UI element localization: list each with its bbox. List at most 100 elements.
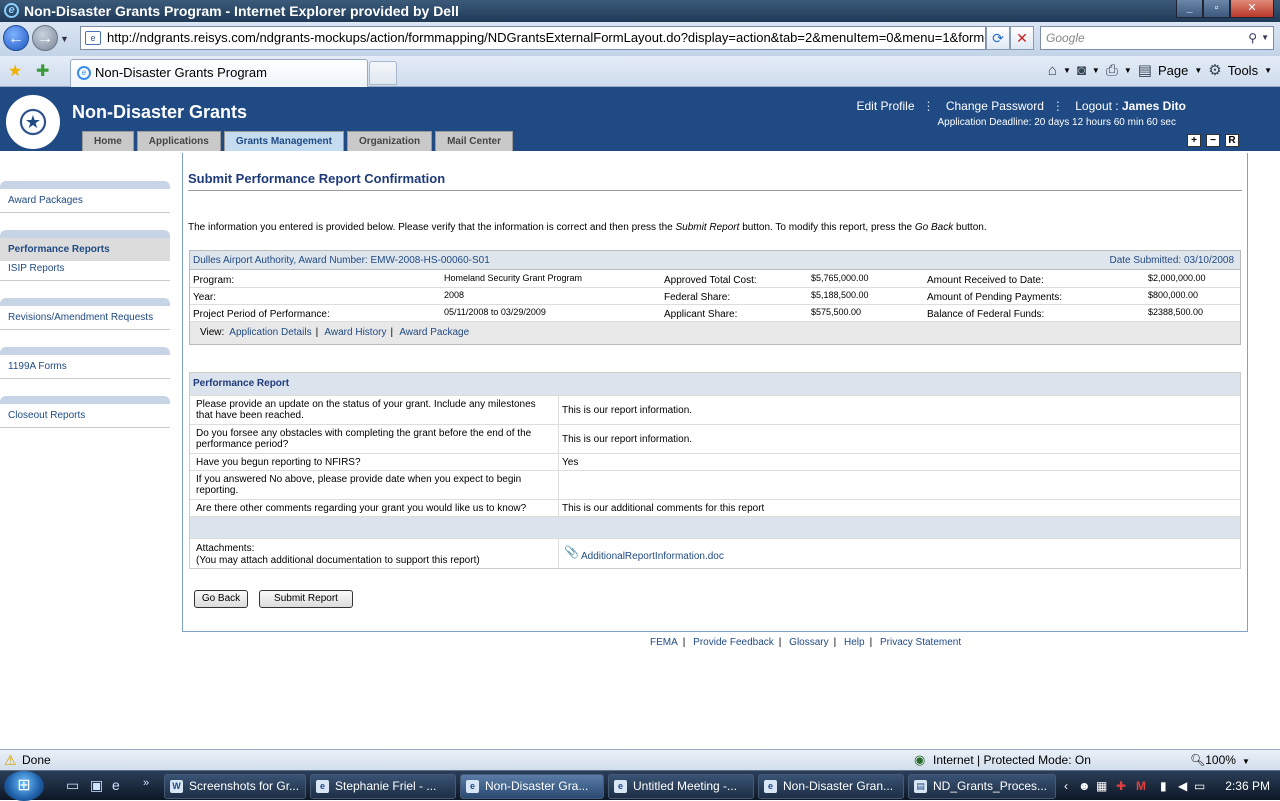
- taskbar-item[interactable]: ▤ ND_Grants_Proces...: [908, 774, 1056, 799]
- go-back-button[interactable]: Go Back: [194, 590, 248, 608]
- tab-applications[interactable]: Applications: [136, 131, 221, 151]
- table-spacer-row: [190, 516, 1240, 538]
- award-label: Project Period of Performance:: [193, 309, 330, 320]
- add-favorites-icon[interactable]: ✚: [36, 61, 49, 81]
- speaker-icon[interactable]: ◀: [1178, 775, 1187, 797]
- award-package-link[interactable]: Award Package: [399, 327, 469, 338]
- award-history-link[interactable]: Award History: [324, 327, 386, 338]
- command-bar: ⌂ ▼ ◙ ▼ ⎙ ▼ ▤ Page ▼ ⚙ Tools ▼: [1042, 61, 1272, 80]
- zoom-dropdown-icon[interactable]: ▼: [1242, 757, 1250, 766]
- taskbar-item[interactable]: e Stephanie Friel - ...: [310, 774, 456, 799]
- refresh-icon[interactable]: ⟳: [986, 26, 1010, 50]
- back-icon[interactable]: ←: [3, 25, 29, 51]
- intro-submit-ref: Submit Report: [675, 222, 740, 233]
- award-value: Homeland Security Grant Program: [444, 273, 583, 283]
- address-toolbar: ← → ▼ e http://ndgrants.reisys.com/ndgra…: [0, 22, 1280, 56]
- question-text: Have you begun reporting to NFIRS?: [196, 457, 361, 468]
- search-input[interactable]: Google ⚲ ▼: [1040, 26, 1274, 50]
- clock[interactable]: 2:36 PM: [1225, 775, 1270, 797]
- application-deadline: Application Deadline: 20 days 12 hours 6…: [937, 117, 1176, 128]
- maximize-icon[interactable]: ▫: [1203, 0, 1230, 18]
- security-zone[interactable]: Internet | Protected Mode: On: [933, 753, 1091, 767]
- stop-icon[interactable]: ✕: [1010, 26, 1034, 50]
- monitor-icon[interactable]: ▭: [1194, 775, 1205, 797]
- increase-text-button[interactable]: +: [1187, 134, 1201, 147]
- switch-windows-icon[interactable]: ▣: [90, 777, 103, 794]
- sidebar-item-1199a-forms[interactable]: 1199A Forms: [0, 355, 170, 379]
- table-row: Please provide an update on the status o…: [190, 395, 1240, 424]
- zoom-level[interactable]: 🔍︎100% ▼: [1190, 753, 1250, 767]
- new-tab-button[interactable]: [369, 61, 397, 85]
- footer-link-help[interactable]: Help: [844, 637, 865, 648]
- answer-cell: Yes: [558, 454, 578, 470]
- minimize-icon[interactable]: _: [1176, 0, 1203, 18]
- attachments-row: Attachments: (You may attach additional d…: [190, 538, 1240, 568]
- footer-link-feedback[interactable]: Provide Feedback: [693, 637, 774, 648]
- recent-pages-dropdown-icon[interactable]: ▼: [60, 34, 69, 44]
- sidebar-section-bar: [0, 181, 170, 189]
- tray-expand-icon[interactable]: ‹: [1064, 775, 1068, 797]
- user-icon[interactable]: ☻: [1078, 775, 1091, 797]
- application-details-link[interactable]: Application Details: [229, 327, 311, 338]
- page-icon: e: [85, 31, 101, 45]
- footer-link-glossary[interactable]: Glossary: [789, 637, 828, 648]
- sidebar-section-bar: [0, 347, 170, 355]
- edit-profile-link[interactable]: Edit Profile: [856, 99, 914, 113]
- search-options-icon[interactable]: ▼: [1261, 27, 1269, 49]
- network-icon[interactable]: ▦: [1096, 775, 1107, 797]
- page-menu[interactable]: Page: [1158, 63, 1188, 78]
- print-icon[interactable]: ⎙: [1106, 62, 1118, 79]
- favorites-star-icon[interactable]: ★: [8, 61, 22, 81]
- answer-text: This is our report information.: [562, 405, 693, 416]
- change-password-link[interactable]: Change Password: [946, 99, 1044, 113]
- attachment-file-link[interactable]: AdditionalReportInformation.doc: [581, 551, 724, 562]
- address-input[interactable]: e http://ndgrants.reisys.com/ndgrants-mo…: [80, 26, 986, 50]
- footer-link-privacy[interactable]: Privacy Statement: [880, 637, 961, 648]
- sidebar-section-bar: [0, 396, 170, 404]
- page-dropdown-icon[interactable]: ▼: [1194, 66, 1202, 75]
- tab-mail-center[interactable]: Mail Center: [435, 131, 513, 151]
- date-submitted: Date Submitted: 03/10/2008: [1109, 255, 1234, 266]
- power-icon[interactable]: ▮: [1160, 775, 1167, 797]
- forward-icon[interactable]: →: [32, 25, 58, 51]
- close-icon[interactable]: ✕: [1230, 0, 1274, 18]
- taskbar-item[interactable]: e Non-Disaster Gran...: [758, 774, 904, 799]
- answer-text: This is our report information.: [562, 434, 693, 445]
- sidebar-item-award-packages[interactable]: Award Packages: [0, 189, 170, 213]
- link-separator: |: [390, 327, 394, 338]
- taskbar-item[interactable]: W Screenshots for Gr...: [164, 774, 306, 799]
- decrease-text-button[interactable]: −: [1206, 134, 1220, 147]
- tools-menu[interactable]: Tools: [1228, 63, 1258, 78]
- feeds-dropdown-icon[interactable]: ▼: [1092, 66, 1100, 75]
- start-button[interactable]: ⊞: [4, 771, 44, 801]
- sidebar-item-isip-reports[interactable]: ISIP Reports: [0, 261, 170, 281]
- browser-tab-active[interactable]: e Non-Disaster Grants Program: [70, 59, 368, 87]
- logout-link[interactable]: Logout :: [1075, 99, 1118, 113]
- tools-dropdown-icon[interactable]: ▼: [1264, 66, 1272, 75]
- taskbar-item-label: Non-Disaster Gran...: [783, 779, 894, 793]
- sidebar-section: Closeout Reports: [0, 396, 170, 428]
- print-dropdown-icon[interactable]: ▼: [1124, 66, 1132, 75]
- reset-text-button[interactable]: R: [1225, 134, 1239, 147]
- sidebar-item-revisions[interactable]: Revisions/Amendment Requests: [0, 306, 170, 330]
- submit-report-button[interactable]: Submit Report: [259, 590, 353, 608]
- ie-quicklaunch-icon[interactable]: e: [112, 777, 120, 793]
- taskbar-item[interactable]: e Untitled Meeting -...: [608, 774, 754, 799]
- mcafee-icon[interactable]: M: [1136, 775, 1146, 797]
- security-icon[interactable]: ✚: [1116, 775, 1126, 797]
- tab-home[interactable]: Home: [82, 131, 134, 151]
- home-dropdown-icon[interactable]: ▼: [1063, 66, 1071, 75]
- tab-grants-management[interactable]: Grants Management: [223, 131, 344, 151]
- sidebar-item-closeout-reports[interactable]: Closeout Reports: [0, 404, 170, 428]
- sidebar-section-bar: [0, 230, 170, 238]
- footer-link-fema[interactable]: FEMA: [650, 637, 678, 648]
- taskbar-item-active[interactable]: e Non-Disaster Gra...: [460, 774, 604, 799]
- search-icon[interactable]: ⚲: [1248, 27, 1257, 49]
- feeds-icon[interactable]: ◙: [1077, 62, 1086, 79]
- sidebar-item-performance-reports[interactable]: Performance Reports: [0, 238, 170, 261]
- tab-organization[interactable]: Organization: [346, 131, 433, 151]
- show-desktop-icon[interactable]: ▭: [66, 777, 79, 794]
- home-icon[interactable]: ⌂: [1048, 62, 1057, 79]
- question-text: Please provide an update on the status o…: [196, 399, 536, 421]
- quicklaunch-more-icon[interactable]: »: [143, 777, 149, 789]
